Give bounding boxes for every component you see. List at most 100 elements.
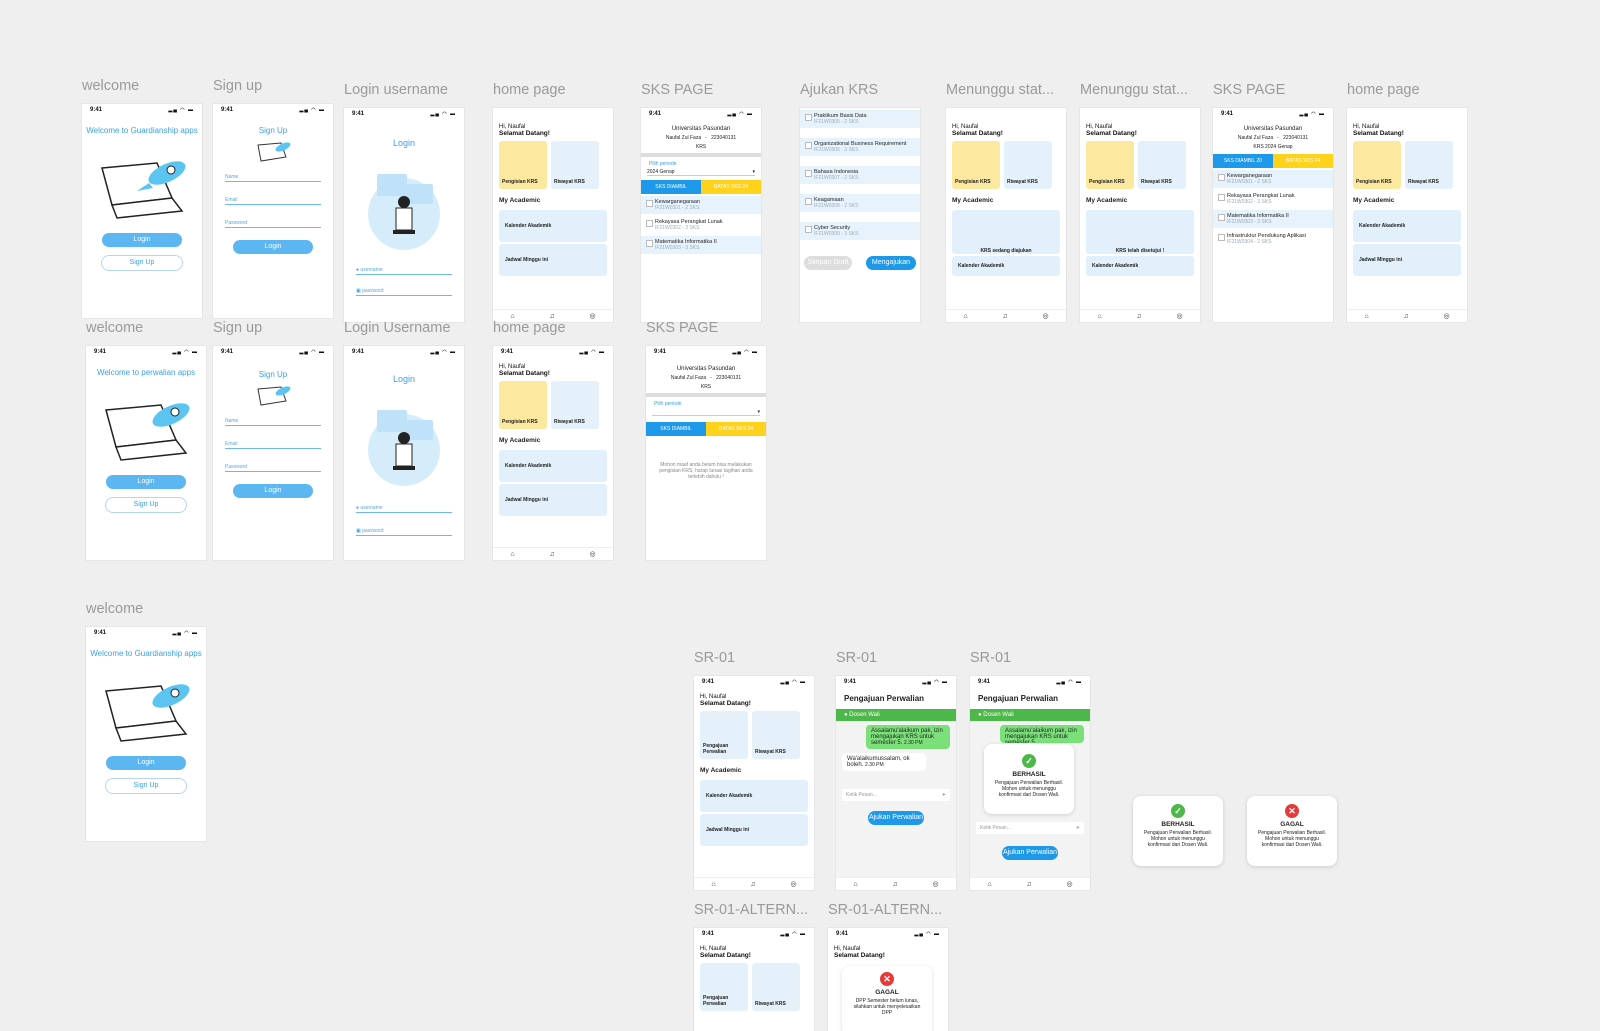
name-field[interactable]: Name (225, 167, 321, 182)
course-item[interactable]: Kewarganegaraan IF21W0301 - 2 SKS (641, 196, 761, 214)
bell-icon[interactable]: ♫ (1136, 313, 1141, 320)
login-button[interactable]: Login (106, 756, 186, 770)
home-icon[interactable]: ⌂ (853, 881, 857, 888)
tab-sks-taken[interactable]: SKS DIAMBIL 20 (1213, 154, 1273, 168)
name-field[interactable]: Name (225, 411, 321, 426)
home-icon[interactable]: ⌂ (711, 881, 715, 888)
course-item[interactable]: Cyber Security IF21W0309 - 3 SKS (800, 222, 920, 240)
schedule-card[interactable]: Jadwal Minggu ini (1353, 244, 1461, 276)
password-field[interactable]: Password (225, 457, 321, 472)
profile-icon[interactable]: ◎ (790, 880, 796, 888)
card-riwayat-krs[interactable]: Riwayat KRS (752, 711, 800, 759)
ajukan-perwalian-button[interactable]: Ajukan Perwalian (1002, 846, 1058, 860)
calendar-card[interactable]: Kalender Akademik (499, 210, 607, 242)
course-item[interactable]: Rekayasa Perangkat Lunak IF21W0302 - 3 SK… (641, 216, 761, 234)
card-pengisian-krs[interactable]: Pengisian KRS (1353, 141, 1401, 189)
card-riwayat-krs[interactable]: Riwayat KRS (1004, 141, 1052, 189)
home-icon[interactable]: ⌂ (1364, 313, 1368, 320)
profile-icon[interactable]: ◎ (932, 880, 938, 888)
home-icon[interactable]: ⌂ (987, 881, 991, 888)
bell-icon[interactable]: ♫ (1403, 313, 1408, 320)
signup-submit-button[interactable]: Login (233, 240, 313, 254)
bottom-nav: ⌂ ♫ ◎ (1080, 309, 1200, 322)
card-pengisian-krs[interactable]: Pengisian KRS (499, 381, 547, 429)
message-input[interactable]: Ketik Pesan... ➤ (976, 822, 1084, 834)
course-item[interactable]: Praktikum Basis Data IF21W0305 - 2 SKS (800, 110, 920, 128)
course-item[interactable]: Bahasa Indonesia IF21W0307 - 2 SKS (800, 166, 920, 184)
bell-icon[interactable]: ♫ (1026, 881, 1031, 888)
profile-icon[interactable]: ◎ (1443, 312, 1449, 320)
login-button[interactable]: Login (106, 475, 186, 489)
card-riwayat-krs[interactable]: Riwayat KRS (752, 963, 800, 1011)
calendar-card[interactable]: Kalender Akademik (499, 450, 607, 482)
signup-button[interactable]: Sign Up (101, 255, 183, 271)
bell-icon[interactable]: ♫ (892, 881, 897, 888)
card-riwayat-krs[interactable]: Riwayat KRS (1405, 141, 1453, 189)
calendar-card[interactable]: Kalender Akademik (952, 256, 1060, 276)
profile-icon[interactable]: ◎ (589, 550, 595, 558)
bell-icon[interactable]: ♫ (549, 551, 554, 558)
period-select[interactable]: ▾ (652, 409, 760, 416)
card-riwayat-krs[interactable]: Riwayat KRS (551, 381, 599, 429)
home-icon[interactable]: ⌂ (510, 313, 514, 320)
card-pengajuan-perwalian[interactable]: Pengajuan Perwalian (700, 711, 748, 759)
tab-sks-limit[interactable]: BATAS SKS 24 (701, 180, 761, 194)
modal-text: Pengajuan Perwalian Berhasil. Mohon untu… (1143, 830, 1213, 848)
calendar-card[interactable]: Kalender Akademik (700, 780, 808, 812)
submit-krs-button[interactable]: Mengajukan (866, 256, 916, 270)
status-icons: ▂▄ ◠ ▬ (732, 349, 758, 355)
schedule-card[interactable]: Jadwal Minggu ini (700, 814, 808, 846)
password-field[interactable]: ▣ password (356, 521, 452, 536)
period-select[interactable]: 2024 Genap ▾ (647, 169, 755, 176)
password-field[interactable]: Password (225, 213, 321, 228)
tab-sks-taken[interactable]: SKS DIAMBIL (646, 422, 706, 436)
card-pengisian-krs[interactable]: Pengisian KRS (1086, 141, 1134, 189)
profile-icon[interactable]: ◎ (1042, 312, 1048, 320)
signup-button[interactable]: Sign Up (105, 497, 187, 513)
calendar-card[interactable]: Kalender Akademik (1353, 210, 1461, 242)
card-riwayat-krs[interactable]: Riwayat KRS (1138, 141, 1186, 189)
card-pengisian-krs[interactable]: Pengisian KRS (499, 141, 547, 189)
schedule-card[interactable]: Jadwal Minggu ini (499, 244, 607, 276)
profile-icon[interactable]: ◎ (1176, 312, 1182, 320)
welcome-title: Welcome to Guardianship apps (90, 649, 202, 658)
email-field[interactable]: Email (225, 190, 321, 205)
schedule-card[interactable]: Jadwal Minggu ini (499, 484, 607, 516)
save-draft-button[interactable]: Simpan Draft (804, 256, 852, 270)
send-icon[interactable]: ➤ (1076, 825, 1080, 831)
course-item: Infrastruktur Pendukung Aplikasi IF21W030… (1213, 230, 1333, 248)
ajukan-perwalian-button[interactable]: Ajukan Perwalian (868, 811, 924, 825)
bell-icon[interactable]: ♫ (750, 881, 755, 888)
bell-icon[interactable]: ♫ (549, 313, 554, 320)
card-pengisian-krs[interactable]: Pengisian KRS (952, 141, 1000, 189)
login-button[interactable]: Login (102, 233, 182, 247)
bell-icon[interactable]: ♫ (1002, 313, 1007, 320)
card-label: Pengisian KRS (502, 419, 538, 425)
profile-icon[interactable]: ◎ (1066, 880, 1072, 888)
password-field[interactable]: ▣ password (356, 281, 452, 296)
card-pengajuan-perwalian[interactable]: Pengajuan Perwalian (700, 963, 748, 1011)
course-item[interactable]: Organizational Business Requirement IF21W… (800, 138, 920, 156)
signup-submit-button[interactable]: Login (233, 484, 313, 498)
profile-icon[interactable]: ◎ (589, 312, 595, 320)
username-field[interactable]: ● username (356, 260, 452, 275)
card-riwayat-krs[interactable]: Riwayat KRS (551, 141, 599, 189)
calendar-card[interactable]: Kalender Akademik (1086, 256, 1194, 276)
message-input[interactable]: Ketik Pesan... ➤ (842, 789, 950, 801)
username-field[interactable]: ● username (356, 498, 452, 513)
tab-sks-limit[interactable]: BATAS SKS 24 (1273, 154, 1333, 168)
home-icon[interactable]: ⌂ (963, 313, 967, 320)
tab-sks-taken[interactable]: SKS DIAMBIL (641, 180, 701, 194)
menu-cards: Pengajuan Perwalian Riwayat KRS (694, 707, 814, 763)
message-text: Assalamu'alaikum pak, izin mengajukan KR… (1005, 728, 1077, 743)
send-icon[interactable]: ➤ (942, 792, 946, 798)
signup-button[interactable]: Sign Up (105, 778, 187, 794)
home-icon[interactable]: ⌂ (1097, 313, 1101, 320)
tab-sks-limit[interactable]: BATAS SKS 24 (706, 422, 766, 436)
course-item[interactable]: Keagamaan IF21W0308 - 2 SKS (800, 194, 920, 212)
course-item[interactable]: Matematika Informatika II IF21W0303 - 3 S… (641, 236, 761, 254)
sks-screen: 9:41 ▂▄ ◠ ▬ Universitas Pasundan Naufal Z… (641, 108, 761, 322)
email-field[interactable]: Email (225, 434, 321, 449)
home-icon[interactable]: ⌂ (510, 551, 514, 558)
card-label: Pengajuan Perwalian (703, 743, 729, 755)
